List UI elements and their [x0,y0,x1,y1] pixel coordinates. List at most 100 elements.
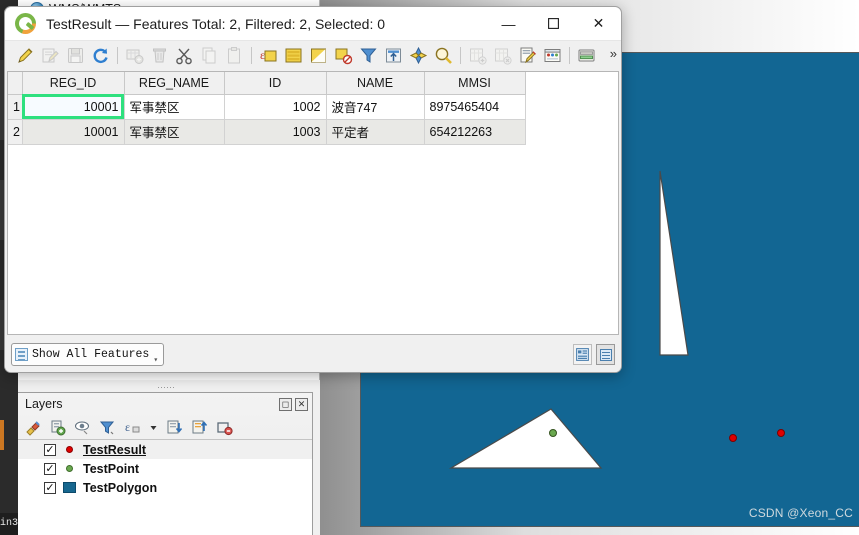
add-group-icon[interactable] [49,419,66,436]
layer-item-testpolygon[interactable]: ✓ TestPolygon [18,478,312,497]
layer-item-testresult[interactable]: ✓ TestResult [18,440,312,459]
column-header-name[interactable]: NAME [326,72,425,95]
toolbar-overflow-button[interactable]: » [610,46,617,61]
strip-status-text: in3 [0,513,18,535]
close-panel-icon[interactable]: ✕ [295,397,308,411]
view-mode-buttons [573,344,615,365]
cell-reg-id[interactable]: 10001 [22,94,125,120]
move-selection-to-top-icon[interactable] [381,43,406,67]
add-feature-icon[interactable] [122,43,147,67]
invert-selection-icon[interactable] [306,43,331,67]
open-layer-styling-icon[interactable] [24,419,41,436]
column-header-reg-id[interactable]: REG_ID [22,72,125,95]
manage-visibility-icon[interactable] [74,419,91,436]
chevron-down-icon[interactable] [149,419,158,436]
layer-label: TestResult [83,442,146,457]
layer-visibility-checkbox[interactable]: ✓ [44,481,56,494]
svg-text:ε: ε [260,48,265,62]
row-number: 1 [8,94,23,120]
dialog-title-bar[interactable]: TestResult — Features Total: 2, Filtered… [5,7,621,41]
cell-mmsi[interactable]: 654212263 [424,119,526,145]
layer-item-testpoint[interactable]: ✓ TestPoint [18,459,312,478]
layer-symbol-point-red [63,443,76,456]
form-view-icon[interactable] [573,344,592,365]
svg-text:ε: ε [125,420,130,434]
polygon-triangle-right [659,170,689,356]
undock-panel-icon[interactable]: ◻ [279,397,292,411]
delete-selected-icon[interactable] [147,43,172,67]
delete-field-icon[interactable] [490,43,515,67]
qgis-application-window: WMS/WMTS in3 Layers ◻ ✕ [0,0,859,535]
table-row[interactable]: 1 10001 军事禁区 1002 波音747 8975465404 [8,94,526,120]
map-point-red-2[interactable] [777,429,785,437]
copy-features-icon[interactable] [197,43,222,67]
remove-layer-icon[interactable] [216,419,233,436]
table-view-icon[interactable] [596,344,615,365]
cell-reg-name[interactable]: 军事禁区 [124,119,225,145]
qgis-logo-icon [15,13,36,34]
layers-panel-title: Layers [25,397,63,411]
layer-symbol-point-green [63,462,76,475]
close-button[interactable]: ✕ [576,7,621,41]
row-number-header [8,72,23,95]
map-point-green[interactable] [549,429,557,437]
select-all-icon[interactable] [281,43,306,67]
table-filter-icon [15,348,28,361]
expression-filter-icon[interactable]: ε [124,419,141,436]
layer-visibility-checkbox[interactable]: ✓ [44,462,56,475]
panel-splitter[interactable] [18,384,313,391]
table-row[interactable]: 2 10001 军事禁区 1003 平定者 654212263 [8,119,526,145]
cell-reg-name[interactable]: 军事禁区 [124,94,225,120]
select-by-expression-icon[interactable]: ε [256,43,281,67]
dialog-title: TestResult — Features Total: 2, Filtered… [46,15,386,32]
cell-id[interactable]: 1003 [224,119,327,145]
attribute-table-footer: Show All Features ▾ [5,337,621,372]
polygon-triangle-large [448,408,603,469]
map-watermark: CSDN @Xeon_CC [748,506,853,520]
conditional-formatting-icon[interactable] [540,43,565,67]
zoom-to-selected-icon[interactable] [431,43,456,67]
save-edits-icon[interactable] [63,43,88,67]
cell-id[interactable]: 1002 [224,94,327,120]
pan-to-selected-icon[interactable] [406,43,431,67]
collapse-all-icon[interactable] [191,419,208,436]
attribute-table-area[interactable]: REG_ID REG_NAME ID NAME MMSI 1 10001 军事禁… [7,71,619,335]
chevron-down-icon[interactable]: ▾ [153,355,160,365]
feature-filter-label: Show All Features [32,348,150,361]
cell-name[interactable]: 平定者 [326,119,425,145]
table-header-row: REG_ID REG_NAME ID NAME MMSI [8,72,526,95]
expand-all-icon[interactable] [166,419,183,436]
column-header-id[interactable]: ID [224,72,327,95]
column-header-reg-name[interactable]: REG_NAME [124,72,225,95]
multi-edit-icon[interactable] [38,43,63,67]
layer-label: TestPolygon [83,480,158,495]
paste-features-icon[interactable] [222,43,247,67]
layers-toolbar: ε [18,415,312,439]
row-number: 2 [8,119,23,145]
layer-visibility-checkbox[interactable]: ✓ [44,443,56,456]
filter-selection-icon[interactable] [356,43,381,67]
deselect-all-icon[interactable] [331,43,356,67]
toggle-editing-icon[interactable] [13,43,38,67]
layers-list: ✓ TestResult ✓ TestPoint ✓ TestPolygon [18,439,312,535]
layer-label: TestPoint [83,461,140,476]
minimize-button[interactable]: — [486,7,531,41]
attribute-table: REG_ID REG_NAME ID NAME MMSI 1 10001 军事禁… [8,72,526,145]
organize-columns-icon[interactable] [574,43,599,67]
attribute-table-toolbar: ε » [5,41,621,69]
layers-panel-header: Layers ◻ ✕ [18,393,312,415]
column-header-mmsi[interactable]: MMSI [424,72,526,95]
map-point-red-1[interactable] [729,434,737,442]
reload-table-icon[interactable] [88,43,113,67]
filter-legend-icon[interactable] [99,419,116,436]
attribute-table-dialog: TestResult — Features Total: 2, Filtered… [4,6,622,373]
cell-mmsi[interactable]: 8975465404 [424,94,526,120]
cut-features-icon[interactable] [172,43,197,67]
layer-symbol-polygon-blue [63,481,76,494]
maximize-button[interactable] [531,7,576,41]
new-field-icon[interactable] [465,43,490,67]
cell-reg-id[interactable]: 10001 [22,119,125,145]
cell-name[interactable]: 波音747 [326,94,425,120]
feature-filter-dropdown[interactable]: Show All Features ▾ [11,343,165,366]
open-field-calculator-icon[interactable] [515,43,540,67]
